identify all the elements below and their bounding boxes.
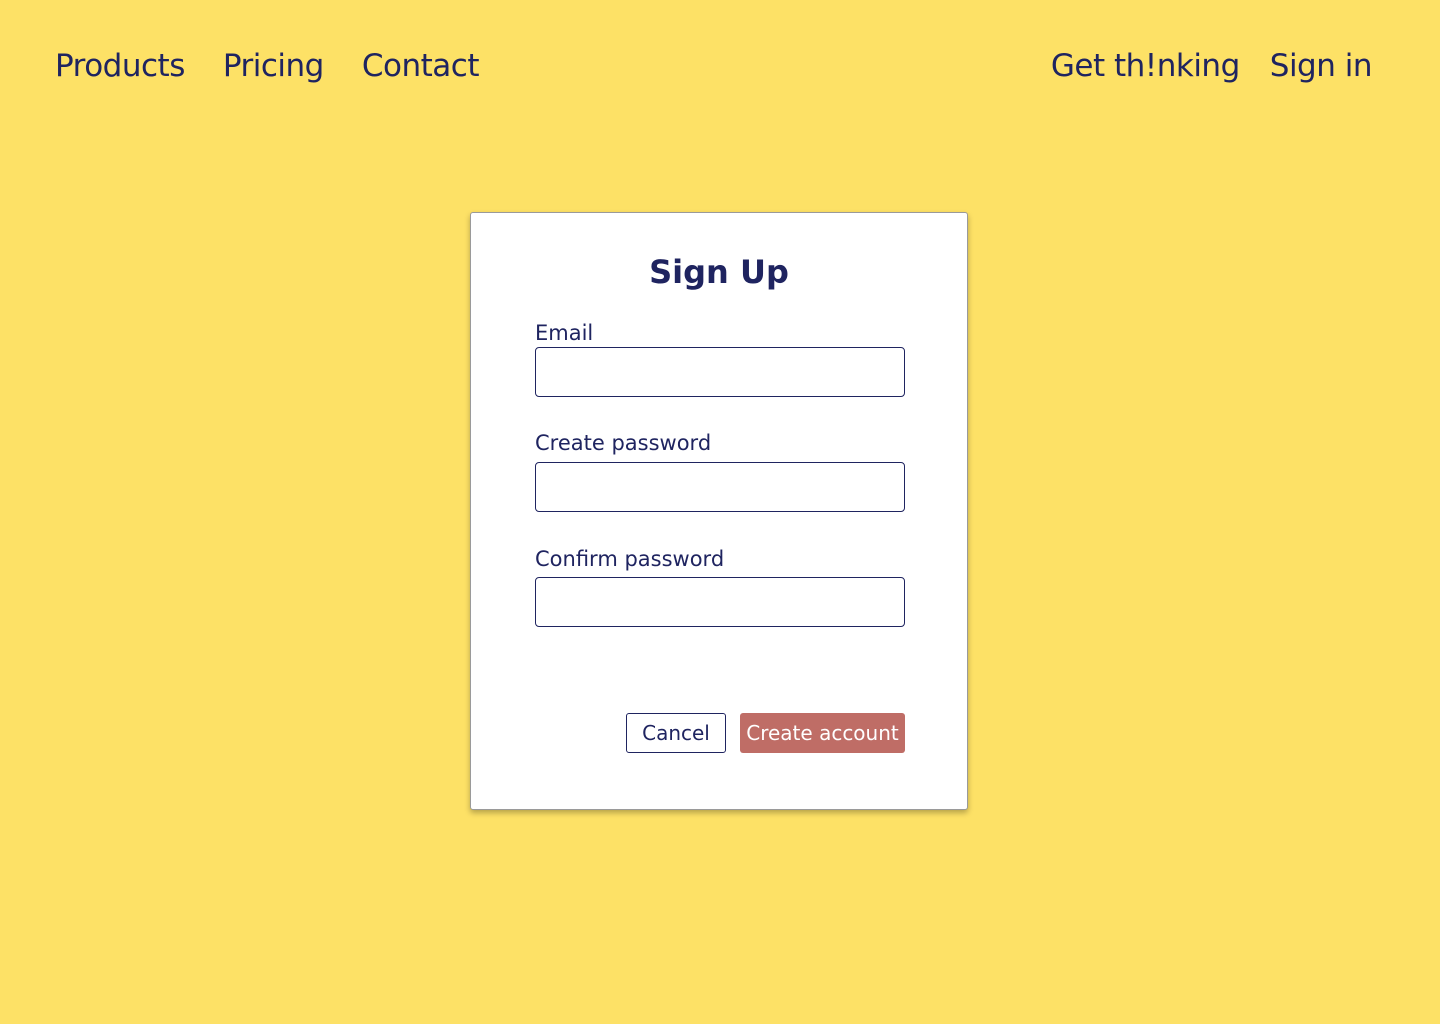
nav-link-contact[interactable]: Contact [362, 44, 480, 88]
cancel-button[interactable]: Cancel [626, 713, 726, 753]
nav-link-sign-in[interactable]: Sign in [1270, 44, 1373, 88]
create-password-field[interactable] [535, 462, 905, 512]
nav-link-pricing[interactable]: Pricing [223, 44, 325, 88]
signup-title: Sign Up [649, 253, 789, 291]
signup-card: Sign Up Email Create password Confirm pa… [470, 212, 968, 810]
secondary-nav: Get th!nking Sign in [1051, 44, 1373, 88]
primary-nav: Products Pricing Contact [55, 44, 479, 88]
create-account-button[interactable]: Create account [740, 713, 905, 753]
nav-link-get-thinking[interactable]: Get th!nking [1051, 44, 1240, 88]
nav-link-products[interactable]: Products [55, 44, 185, 88]
email-label: Email [535, 321, 594, 345]
confirm-password-field[interactable] [535, 577, 905, 627]
create-password-label: Create password [535, 431, 712, 455]
email-field[interactable] [535, 347, 905, 397]
confirm-password-label: Confirm password [535, 547, 725, 571]
